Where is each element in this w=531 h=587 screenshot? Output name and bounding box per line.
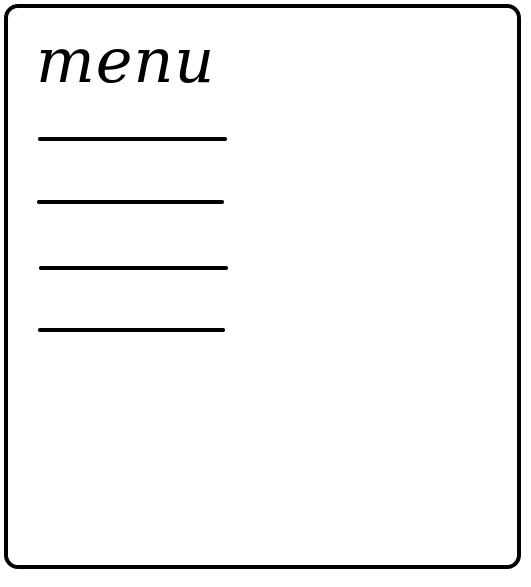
menu-item-placeholder-4[interactable] xyxy=(38,328,225,332)
menu-item-placeholder-2[interactable] xyxy=(37,200,224,204)
menu-item-placeholder-1[interactable] xyxy=(38,137,227,141)
menu-title: menu xyxy=(36,24,216,97)
menu-item-placeholder-3[interactable] xyxy=(39,266,228,270)
